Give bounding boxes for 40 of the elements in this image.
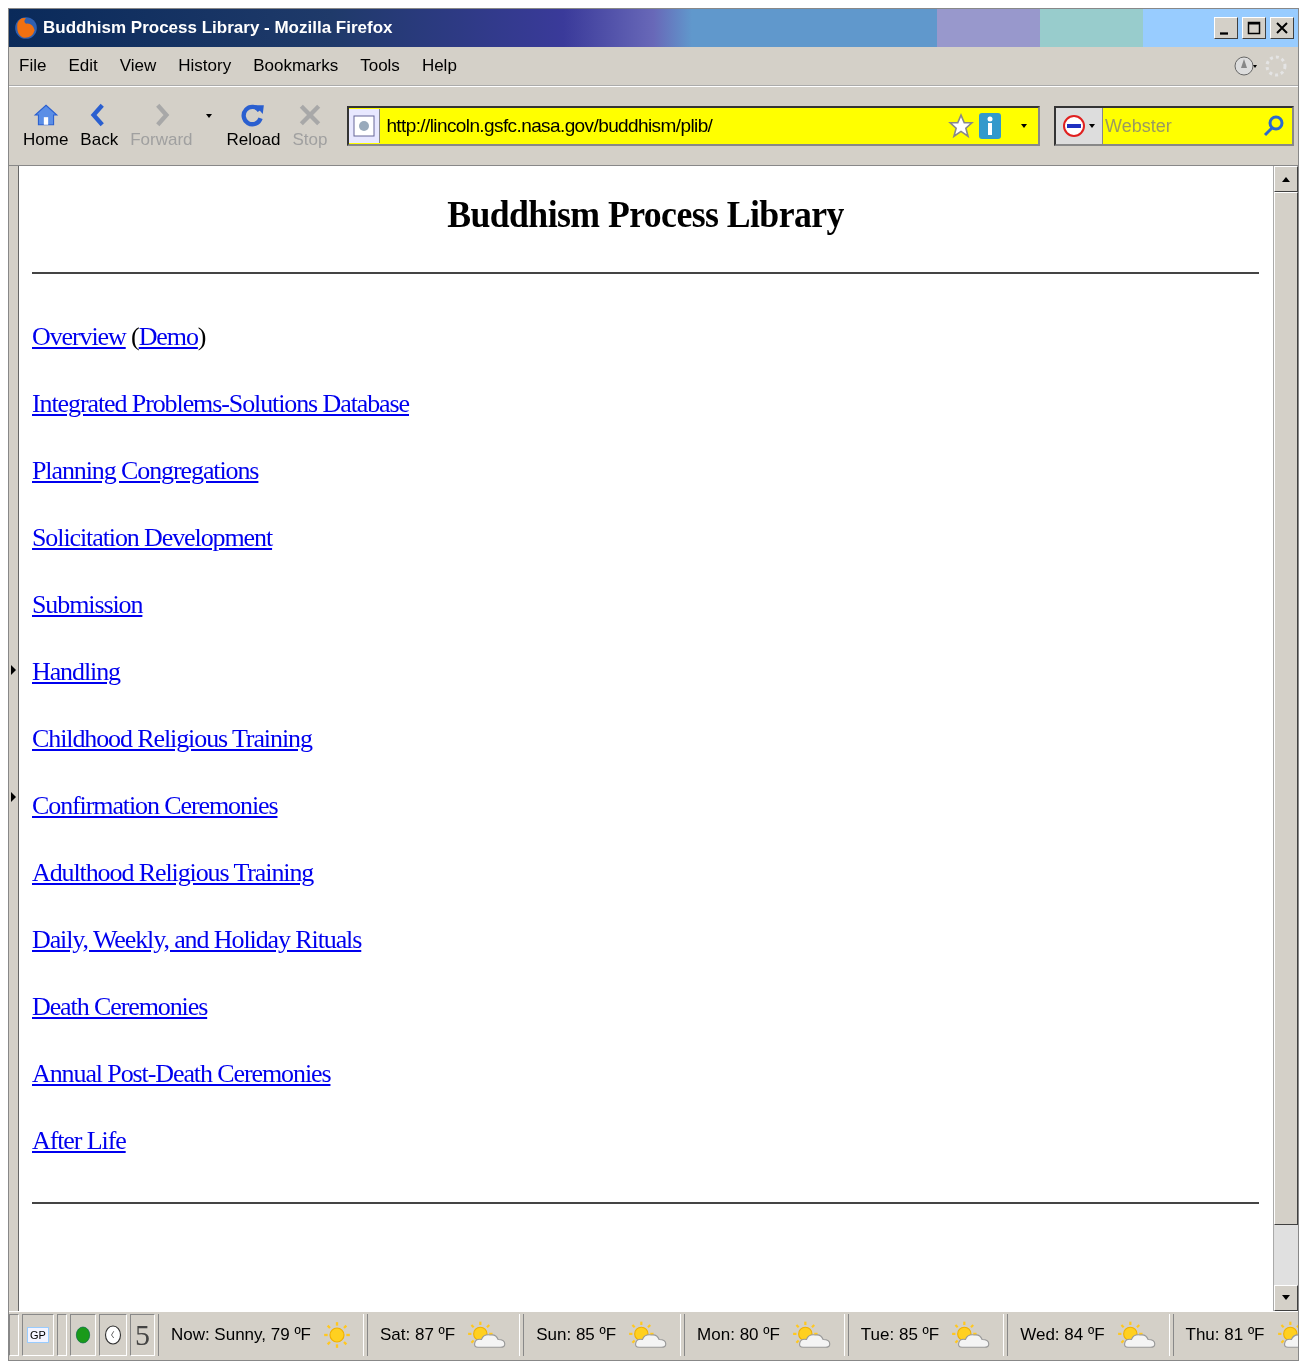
weather-text: Wed: 84 ºF xyxy=(1020,1325,1105,1345)
menu-item[interactable]: History xyxy=(178,56,243,76)
menu-item[interactable]: Bookmarks xyxy=(253,56,350,76)
weather-text: Tue: 85 ºF xyxy=(860,1325,940,1345)
weather-text: Thu: 81 ºF xyxy=(1185,1325,1265,1345)
menu-item[interactable]: File xyxy=(19,56,58,76)
page-link[interactable]: Confirmation Ceremonies xyxy=(32,791,278,820)
weather-text: Mon: 80 ºF xyxy=(697,1325,780,1345)
weather-text: Sat: 87 ºF xyxy=(380,1325,456,1345)
page-link[interactable]: Daily, Weekly, and Holiday Rituals xyxy=(32,925,362,954)
bracket-text: ) xyxy=(197,322,206,351)
weather-text: Now: Sunny, 79 ºF xyxy=(170,1325,311,1345)
menu-item[interactable]: View xyxy=(119,56,168,76)
status-badge[interactable]: GP xyxy=(27,1327,49,1343)
page-link[interactable]: Annual Post-Death Ceremonies xyxy=(32,1059,331,1088)
page-link[interactable]: Solicitation Development xyxy=(32,523,273,552)
page-link[interactable]: Planning Congregations xyxy=(32,456,259,485)
page-link[interactable]: Overview xyxy=(32,322,126,351)
bracket-text: ( xyxy=(130,322,139,351)
address-bar[interactable]: http://lincoln.gsfc.nasa.gov/buddhism/plib/ xyxy=(347,106,1040,146)
page-link[interactable]: Adulthood Religious Training xyxy=(32,858,314,887)
page-link[interactable]: Integrated Problems-Solutions Database xyxy=(32,389,409,418)
reload-button[interactable]: Reload xyxy=(220,98,287,154)
menu-item[interactable]: Edit xyxy=(68,56,109,76)
home-button[interactable]: Home xyxy=(17,98,75,154)
page-heading: Buddhism Process Library xyxy=(446,192,845,236)
url-text: http://lincoln.gsfc.nasa.gov/buddhism/plib/ xyxy=(385,115,714,137)
page-link[interactable]: Death Ceremonies xyxy=(32,992,208,1021)
counter-text: 5 xyxy=(134,1318,150,1352)
back-button[interactable]: Back xyxy=(74,98,125,154)
menu-item[interactable]: Help xyxy=(421,56,468,76)
menu-item[interactable]: Tools xyxy=(360,56,411,76)
page-link[interactable]: After Life xyxy=(32,1126,126,1155)
page-link[interactable]: Childhood Religious Training xyxy=(32,724,312,753)
page-link[interactable]: Handling xyxy=(32,657,120,686)
weather-text: Sun: 85 ºF xyxy=(536,1325,617,1345)
page-link[interactable]: Submission xyxy=(32,590,143,619)
search-input[interactable]: Webster xyxy=(1103,114,1262,138)
search-field[interactable]: Webster xyxy=(1054,106,1294,146)
window-title: Buddhism Process Library - Mozilla Firefox xyxy=(43,18,394,38)
